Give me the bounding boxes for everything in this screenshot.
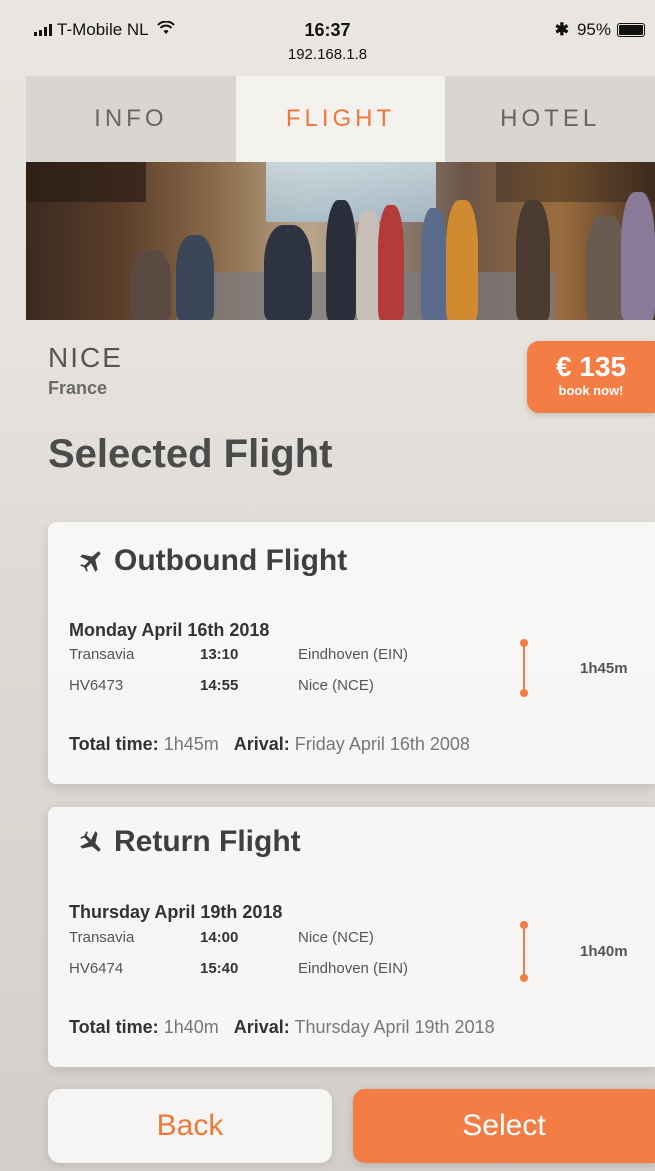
return-airline: Transavia [69,929,135,946]
arrival-value: Thursday April 19th 2018 [294,1017,495,1037]
outbound-airline: Transavia [69,646,135,663]
tab-info[interactable]: INFO [26,76,236,162]
select-button[interactable]: Select [353,1089,655,1163]
outbound-date: Monday April 16th 2018 [69,620,270,640]
total-time-label: Total time: [69,734,159,754]
return-summary: Total time: 1h40m Arival: Thursday April… [69,1017,495,1038]
return-arrive-time: 15:40 [200,960,239,977]
outbound-title-label: Outbound Flight [114,544,348,577]
destination-country: France [48,378,108,398]
right-status: ✱ 95% [555,20,645,40]
tab-hotel[interactable]: HOTEL [445,76,655,162]
arrival-label: Arival: [233,1017,290,1037]
bluetooth-icon: ✱ [554,20,569,39]
return-date: Thursday April 19th 2018 [69,902,283,922]
outbound-from: Eindhoven (EIN) [298,646,409,663]
return-title-label: Return Flight [114,825,301,858]
tab-bar: INFO FLIGHT HOTEL [26,76,655,162]
arrival-value: Friday April 16th 2008 [294,734,470,754]
outbound-flight-card: Outbound Flight Monday April 16th 2018 T… [48,522,655,784]
book-now-label: book now! [558,383,624,398]
page-title: Selected Flight [48,432,333,476]
back-button[interactable]: Back [48,1089,332,1163]
return-title: Return Flight [78,825,301,859]
return-from: Nice (NCE) [298,929,374,946]
total-time-label: Total time: [69,1017,159,1037]
return-to: Eindhoven (EIN) [298,960,409,977]
outbound-title: Outbound Flight [78,544,347,578]
url-bar[interactable]: 192.168.1.8 [0,46,655,63]
book-now-button[interactable]: € 135 book now! [527,341,655,413]
arrival-label: Arival: [233,734,290,754]
outbound-timeline [520,639,528,697]
return-duration: 1h40m [580,943,628,960]
outbound-arrive-time: 14:55 [200,677,239,694]
status-bar: T-Mobile NL 16:37 192.168.1.8 ✱ 95% [0,0,655,76]
return-flight-number: HV6474 [69,960,124,977]
return-timeline [520,921,528,982]
outbound-depart-time: 13:10 [200,646,239,663]
tab-flight[interactable]: FLIGHT [235,76,446,162]
battery-icon [617,23,645,37]
outbound-to: Nice (NCE) [298,677,374,694]
outbound-flight-number: HV6473 [69,677,124,694]
price-label: € 135 [555,351,627,382]
return-depart-time: 14:00 [200,929,239,946]
outbound-summary: Total time: 1h45m Arival: Friday April 1… [69,734,470,755]
destination-hero-image [26,162,655,320]
outbound-duration: 1h45m [580,660,628,677]
plane-departure-icon [78,548,104,574]
battery-percent: 95% [576,20,611,39]
total-time-value: 1h45m [163,734,219,754]
plane-arrival-icon [78,829,104,855]
total-time-value: 1h40m [163,1017,219,1037]
destination-city: NICE [48,342,123,373]
return-flight-card: Return Flight Thursday April 19th 2018 T… [48,807,655,1067]
